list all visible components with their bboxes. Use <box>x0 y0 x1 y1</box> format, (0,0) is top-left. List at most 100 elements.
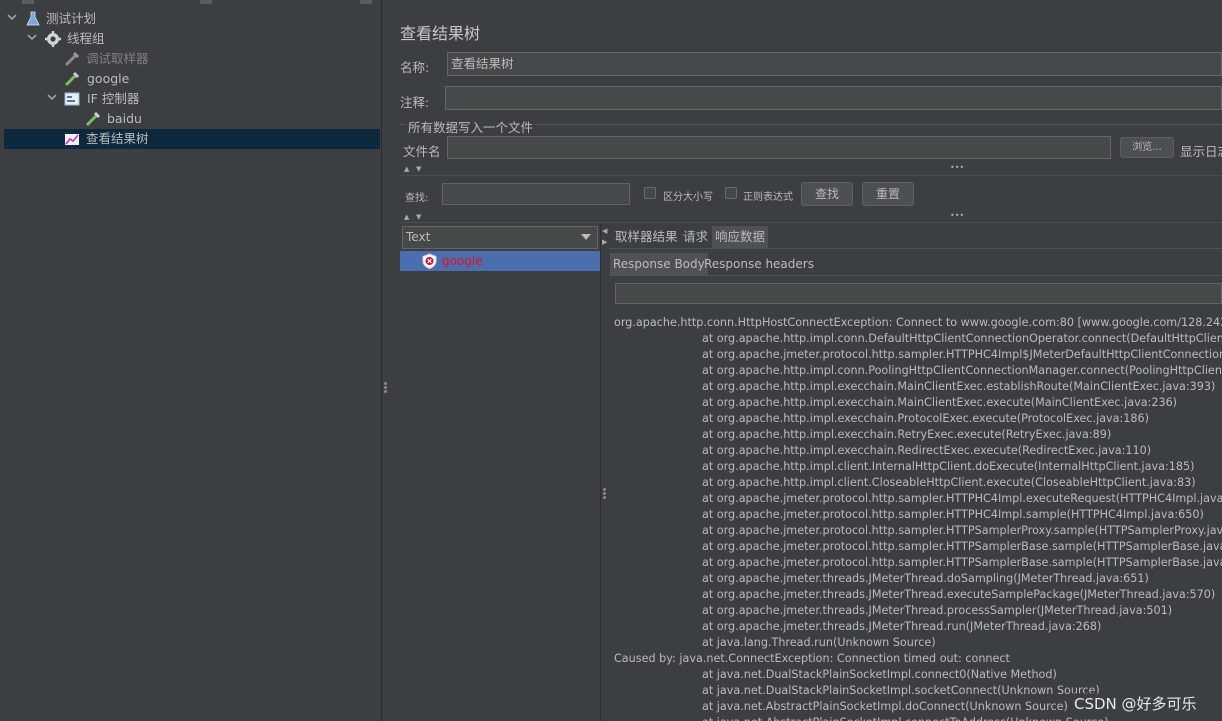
response-search-field[interactable] <box>615 283 1222 304</box>
response-line: at java.lang.Thread.run(Unknown Source) <box>702 636 936 649</box>
tree-item-label: 线程组 <box>67 31 105 46</box>
response-line: at org.apache.jmeter.protocol.http.sampl… <box>702 556 1222 569</box>
tree-item-debug-sampler[interactable]: 调试取样器 <box>0 49 380 69</box>
browse-button[interactable]: 浏览... <box>1120 137 1174 158</box>
page-title: 查看结果树 <box>400 24 481 43</box>
response-line: at org.apache.http.impl.execchain.RetryE… <box>702 428 1112 441</box>
response-line: at org.apache.http.impl.execchain.Protoc… <box>702 412 1150 425</box>
chevron-down-icon[interactable] <box>7 12 17 22</box>
tree-item-test-plan[interactable]: 测试计划 <box>0 9 380 29</box>
name-field[interactable]: 查看结果树 <box>447 52 1222 76</box>
tab-response-data[interactable]: 响应数据 <box>712 226 769 248</box>
response-line: at org.apache.jmeter.protocol.http.sampl… <box>702 524 1222 537</box>
response-line: at org.apache.jmeter.threads.JMeterThrea… <box>702 588 1216 601</box>
grip-dot <box>384 390 387 393</box>
regex-label: 正则表达式 <box>743 192 793 203</box>
response-line: at org.apache.jmeter.protocol.http.sampl… <box>702 508 1204 521</box>
tree-item-label: baidu <box>107 111 142 126</box>
find-button[interactable]: 查找 <box>801 182 853 206</box>
pipette-icon <box>64 71 80 87</box>
response-line: at java.net.DualStackPlainSocketImpl.con… <box>702 668 1057 681</box>
results-split-divider[interactable]: ◀ ▶ <box>600 224 609 721</box>
tree-item-label: google <box>87 71 130 86</box>
reset-button[interactable]: 重置 <box>862 182 914 206</box>
tab-underline <box>609 248 1222 249</box>
search-label: 查找: <box>405 193 429 204</box>
name-label: 名称: <box>400 60 430 75</box>
response-line: Caused by: java.net.ConnectException: Co… <box>614 652 1010 665</box>
split-grip-icon[interactable]: ••• <box>950 163 964 172</box>
tab-underline <box>609 275 1222 276</box>
if-controller-icon <box>64 92 80 106</box>
chevron-down-icon[interactable] <box>47 92 57 102</box>
collapse-up-icon[interactable]: ▲ <box>404 165 409 173</box>
chevron-down-icon[interactable] <box>27 32 37 42</box>
tree-item-label: 调试取样器 <box>86 51 149 66</box>
response-body-text[interactable]: org.apache.http.conn.HttpHostConnectExce… <box>614 315 1222 721</box>
file-group-title: 所有数据写入一个文件 <box>406 117 536 136</box>
collapse-right-icon[interactable]: ▶ <box>602 238 607 246</box>
collapse-up-icon[interactable]: ▲ <box>404 213 409 221</box>
graph-icon <box>65 134 79 145</box>
response-line: at org.apache.http.impl.conn.DefaultHttp… <box>702 332 1222 345</box>
divider <box>400 175 1222 176</box>
comment-field[interactable] <box>445 86 1222 110</box>
tab-sampler-result[interactable]: 取样器结果 <box>612 226 681 248</box>
response-line: at org.apache.jmeter.threads.JMeterThrea… <box>702 572 1149 585</box>
response-line: at org.apache.jmeter.threads.JMeterThrea… <box>702 604 1173 617</box>
tab-request[interactable]: 请求 <box>680 226 711 248</box>
case-sensitive-checkbox[interactable] <box>644 187 656 199</box>
toolbar-icon[interactable] <box>200 0 212 4</box>
response-line: at org.apache.jmeter.protocol.http.sampl… <box>702 540 1222 553</box>
sample-list-item[interactable]: google <box>400 251 600 271</box>
test-plan-tree: 测试计划 线程组 调试取样器 google IF 控制器 baidu 查看结果树 <box>0 6 381 721</box>
comment-label: 注释: <box>400 95 430 110</box>
renderer-select-value: Text <box>406 230 431 244</box>
error-shield-icon <box>422 253 437 269</box>
tree-item-baidu[interactable]: baidu <box>0 109 380 129</box>
response-line: at org.apache.http.impl.client.Closeable… <box>702 476 1196 489</box>
collapse-down-icon[interactable]: ▼ <box>416 213 421 221</box>
toolbar-icon[interactable] <box>360 0 372 4</box>
divider <box>400 222 1222 223</box>
watermark: CSDN @好多可乐 <box>1070 693 1201 714</box>
response-line: at org.apache.jmeter.threads.JMeterThrea… <box>702 620 1102 633</box>
grip-dot <box>603 496 606 499</box>
tree-item-label: IF 控制器 <box>87 91 140 106</box>
filename-field[interactable] <box>447 136 1111 159</box>
chevron-down-icon[interactable] <box>581 234 591 241</box>
log-label[interactable]: 显示日志 <box>1180 141 1222 160</box>
response-line: at org.apache.http.impl.client.InternalH… <box>702 460 1195 473</box>
grip-dot <box>384 382 387 385</box>
regex-checkbox[interactable] <box>725 187 737 199</box>
pipette-icon <box>85 111 101 127</box>
response-line: at java.net.AbstractPlainSocketImpl.conn… <box>614 715 1222 721</box>
grip-dot <box>384 386 387 389</box>
tree-item-if-controller[interactable]: IF 控制器 <box>0 89 380 109</box>
toolbar-icon[interactable] <box>22 0 34 4</box>
sample-label: google <box>442 254 483 268</box>
tree-item-label: 测试计划 <box>46 11 97 26</box>
tab-response-body[interactable]: Response Body <box>610 253 708 275</box>
renderer-select[interactable]: Text <box>402 226 598 249</box>
grip-dot <box>603 488 606 491</box>
response-line: at org.apache.http.impl.execchain.Redire… <box>702 444 1152 457</box>
flask-icon <box>26 11 40 26</box>
collapse-down-icon[interactable]: ▼ <box>416 165 421 173</box>
tree-item-label: 查看结果树 <box>86 131 149 146</box>
tree-item-thread-group[interactable]: 线程组 <box>0 29 380 49</box>
filename-label: 文件名 <box>403 144 441 159</box>
gear-icon <box>45 31 61 47</box>
grip-dot <box>603 492 606 495</box>
pipette-icon <box>64 51 80 67</box>
tree-item-view-results-tree[interactable]: 查看结果树 <box>4 129 380 149</box>
response-line: at org.apache.http.impl.conn.PoolingHttp… <box>702 364 1222 377</box>
collapse-left-icon[interactable]: ◀ <box>602 227 607 235</box>
response-line: org.apache.http.conn.HttpHostConnectExce… <box>614 316 1222 329</box>
tab-response-headers[interactable]: Response headers <box>701 253 817 275</box>
split-grip-icon[interactable]: ••• <box>950 211 964 220</box>
tree-item-google[interactable]: google <box>0 69 380 89</box>
case-sensitive-label: 区分大小写 <box>663 192 713 203</box>
response-line: at org.apache.http.impl.execchain.MainCl… <box>702 396 1178 409</box>
search-input[interactable] <box>442 183 630 205</box>
